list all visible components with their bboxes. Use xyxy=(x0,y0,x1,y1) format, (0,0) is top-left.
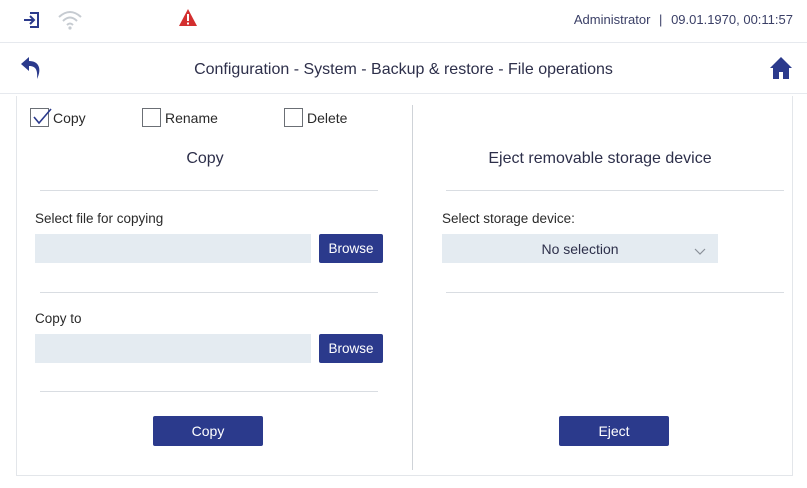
mode-rename-checkbox[interactable]: Rename xyxy=(142,108,218,127)
mode-rename-label: Rename xyxy=(165,109,218,126)
page-title: Configuration - System - Backup & restor… xyxy=(194,61,613,78)
checkbox-box xyxy=(142,108,161,127)
datetime: 09.01.1970, 00:11:57 xyxy=(671,12,793,27)
user-name: Administrator xyxy=(573,12,651,27)
separator: | xyxy=(659,12,663,27)
checkmark-icon xyxy=(33,108,52,125)
checkbox-box xyxy=(30,108,52,127)
section-divider xyxy=(446,190,784,191)
mode-copy-label: Copy xyxy=(53,109,86,126)
user-info: Administrator | 09.01.1970, 00:11:57 xyxy=(574,12,793,27)
section-divider xyxy=(40,391,378,392)
section-divider xyxy=(40,190,378,191)
storage-device-select[interactable]: No selection xyxy=(442,234,718,263)
chevron-down-icon xyxy=(694,243,706,259)
storage-device-label: Select storage device: xyxy=(442,211,575,226)
top-bar: Administrator | 09.01.1970, 00:11:57 xyxy=(0,0,807,43)
wifi-icon xyxy=(57,9,83,36)
warning-icon[interactable] xyxy=(178,8,198,33)
target-browse-button[interactable]: Browse xyxy=(319,334,383,363)
title-bar: Configuration - System - Backup & restor… xyxy=(0,43,807,94)
section-divider xyxy=(40,292,378,293)
mode-delete-label: Delete xyxy=(307,109,348,126)
copy-section-title: Copy xyxy=(186,150,224,167)
vertical-divider xyxy=(412,105,413,470)
mode-delete-checkbox[interactable]: Delete xyxy=(284,108,347,127)
checkbox-box xyxy=(284,108,303,127)
eject-button[interactable]: Eject xyxy=(559,416,669,446)
eject-section-title: Eject removable storage device xyxy=(488,150,712,167)
source-file-input[interactable] xyxy=(35,234,311,263)
source-browse-button[interactable]: Browse xyxy=(319,234,383,263)
home-icon[interactable] xyxy=(769,56,793,85)
source-file-label: Select file for copying xyxy=(35,211,164,226)
mode-copy-checkbox[interactable]: Copy xyxy=(30,108,86,127)
copy-button[interactable]: Copy xyxy=(153,416,263,446)
target-input[interactable] xyxy=(35,334,311,363)
login-icon[interactable] xyxy=(22,10,42,35)
section-divider xyxy=(446,292,784,293)
storage-device-value: No selection xyxy=(541,240,619,257)
target-label: Copy to xyxy=(35,311,82,326)
